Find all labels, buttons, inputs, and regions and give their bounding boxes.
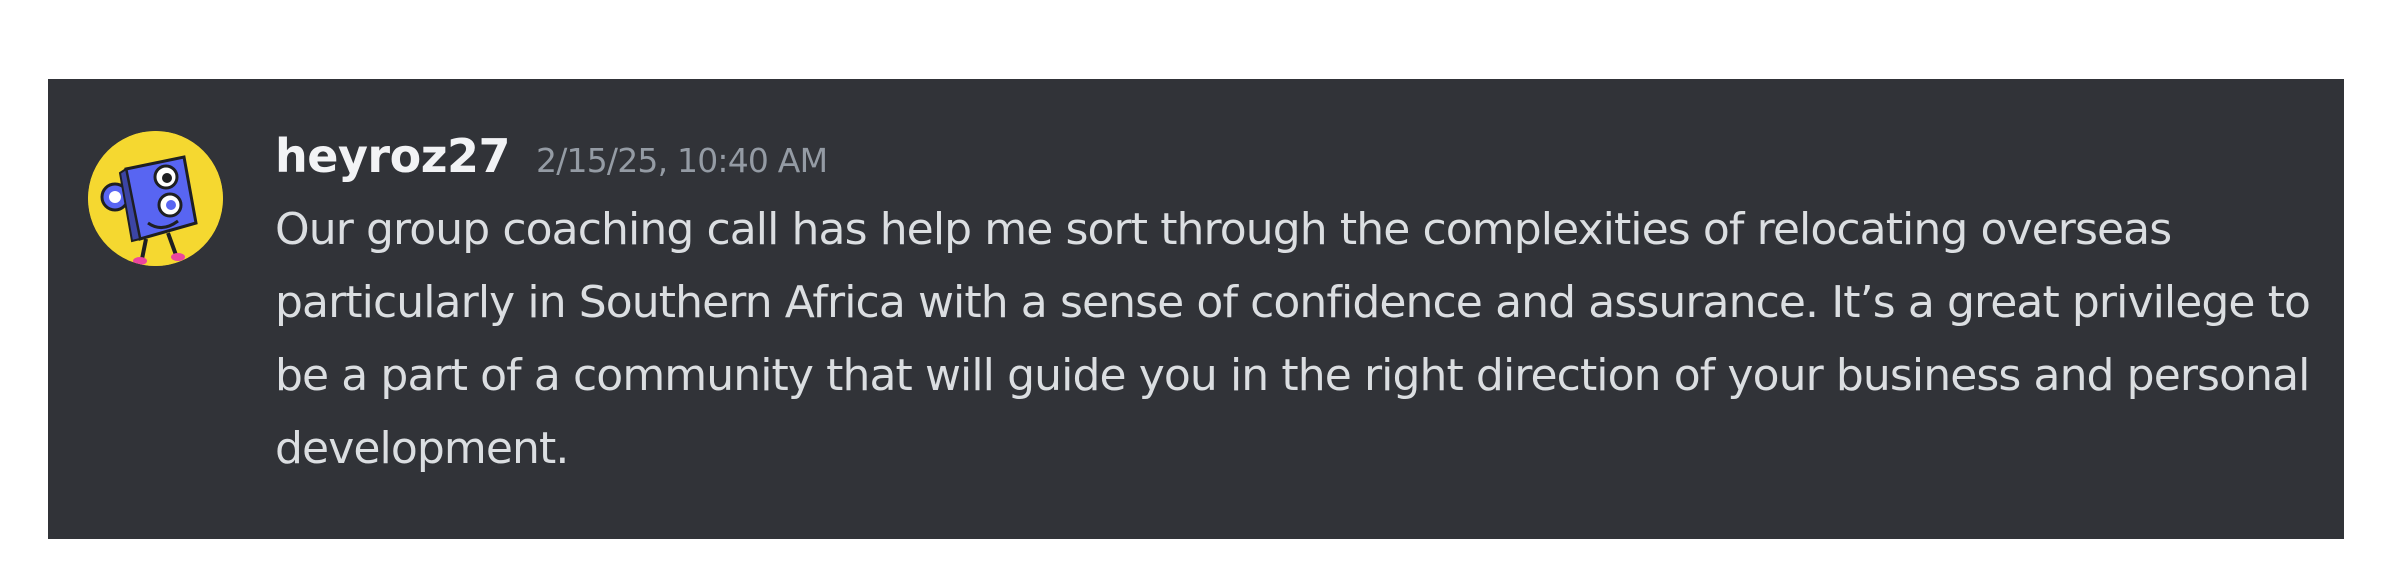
message-header: heyroz27 2/15/25, 10:40 AM xyxy=(275,129,2315,193)
page: heyroz27 2/15/25, 10:40 AM Our group coa… xyxy=(0,0,2400,585)
message-timestamp[interactable]: 2/15/25, 10:40 AM xyxy=(536,141,828,180)
user-avatar[interactable] xyxy=(88,131,223,266)
username[interactable]: heyroz27 xyxy=(275,129,511,183)
message-text: Our group coaching call has help me sort… xyxy=(275,204,2311,474)
message-content: heyroz27 2/15/25, 10:40 AM Our group coa… xyxy=(275,129,2315,485)
blue-robot-avatar-icon xyxy=(88,131,223,266)
chat-message: heyroz27 2/15/25, 10:40 AM Our group coa… xyxy=(48,79,2344,539)
